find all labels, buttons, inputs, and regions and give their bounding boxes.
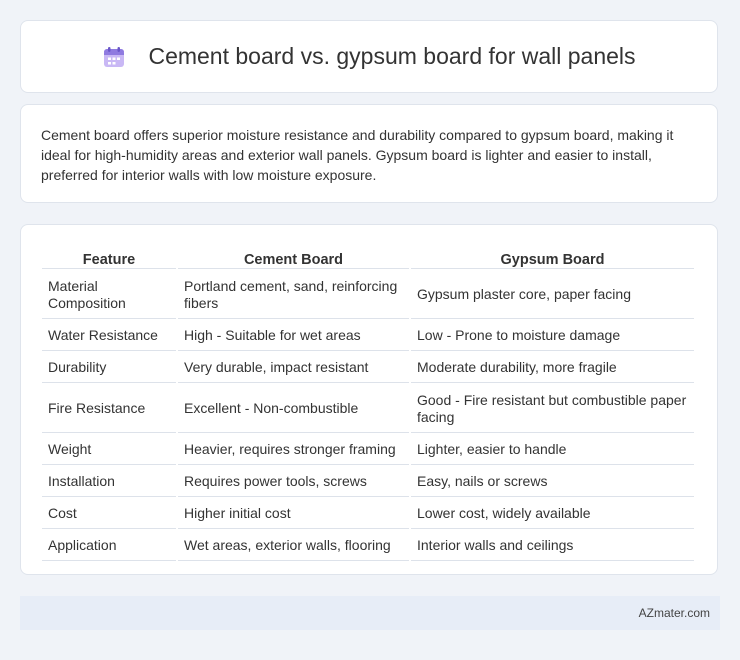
cement-cell: Requires power tools, screws (178, 467, 409, 497)
cement-cell: Portland cement, sand, reinforcing fiber… (178, 271, 409, 319)
gypsum-cell: Lighter, easier to handle (411, 435, 694, 465)
footer-brand: AZmater.com (638, 606, 710, 620)
feature-cell: Fire Resistance (42, 385, 176, 433)
header-feature: Feature (42, 247, 176, 269)
table-row: Installation Requires power tools, screw… (42, 467, 694, 497)
summary-text: Cement board offers superior moisture re… (41, 127, 674, 183)
header-gypsum-board: Gypsum Board (411, 247, 694, 269)
table-row: Material Composition Portland cement, sa… (42, 271, 694, 319)
comparison-table-card: Feature Cement Board Gypsum Board Materi… (20, 224, 718, 575)
gypsum-cell: Interior walls and ceilings (411, 531, 694, 561)
gypsum-cell: Easy, nails or screws (411, 467, 694, 497)
table-row: Durability Very durable, impact resistan… (42, 353, 694, 383)
gypsum-cell: Good - Fire resistant but combustible pa… (411, 385, 694, 433)
gypsum-cell: Moderate durability, more fragile (411, 353, 694, 383)
cement-cell: Excellent - Non-combustible (178, 385, 409, 433)
table-header-row: Feature Cement Board Gypsum Board (42, 247, 694, 269)
cement-cell: Very durable, impact resistant (178, 353, 409, 383)
cement-cell: Heavier, requires stronger framing (178, 435, 409, 465)
feature-cell: Weight (42, 435, 176, 465)
calendar-icon (102, 45, 126, 69)
comparison-table: Feature Cement Board Gypsum Board Materi… (40, 245, 696, 563)
gypsum-cell: Low - Prone to moisture damage (411, 321, 694, 351)
footer-bar: AZmater.com (20, 596, 720, 630)
cement-cell: Wet areas, exterior walls, flooring (178, 531, 409, 561)
table-row: Weight Heavier, requires stronger framin… (42, 435, 694, 465)
title-card: Cement board vs. gypsum board for wall p… (20, 20, 718, 93)
page-title: Cement board vs. gypsum board for wall p… (148, 43, 636, 69)
feature-cell: Material Composition (42, 271, 176, 319)
feature-cell: Installation (42, 467, 176, 497)
feature-cell: Cost (42, 499, 176, 529)
feature-cell: Durability (42, 353, 176, 383)
table-row: Fire Resistance Excellent - Non-combusti… (42, 385, 694, 433)
feature-cell: Application (42, 531, 176, 561)
summary-card: Cement board offers superior moisture re… (20, 104, 718, 203)
cement-cell: Higher initial cost (178, 499, 409, 529)
header-cement-board: Cement Board (178, 247, 409, 269)
feature-cell: Water Resistance (42, 321, 176, 351)
cement-cell: High - Suitable for wet areas (178, 321, 409, 351)
table-row: Water Resistance High - Suitable for wet… (42, 321, 694, 351)
table-row: Application Wet areas, exterior walls, f… (42, 531, 694, 561)
gypsum-cell: Lower cost, widely available (411, 499, 694, 529)
gypsum-cell: Gypsum plaster core, paper facing (411, 271, 694, 319)
table-row: Cost Higher initial cost Lower cost, wid… (42, 499, 694, 529)
